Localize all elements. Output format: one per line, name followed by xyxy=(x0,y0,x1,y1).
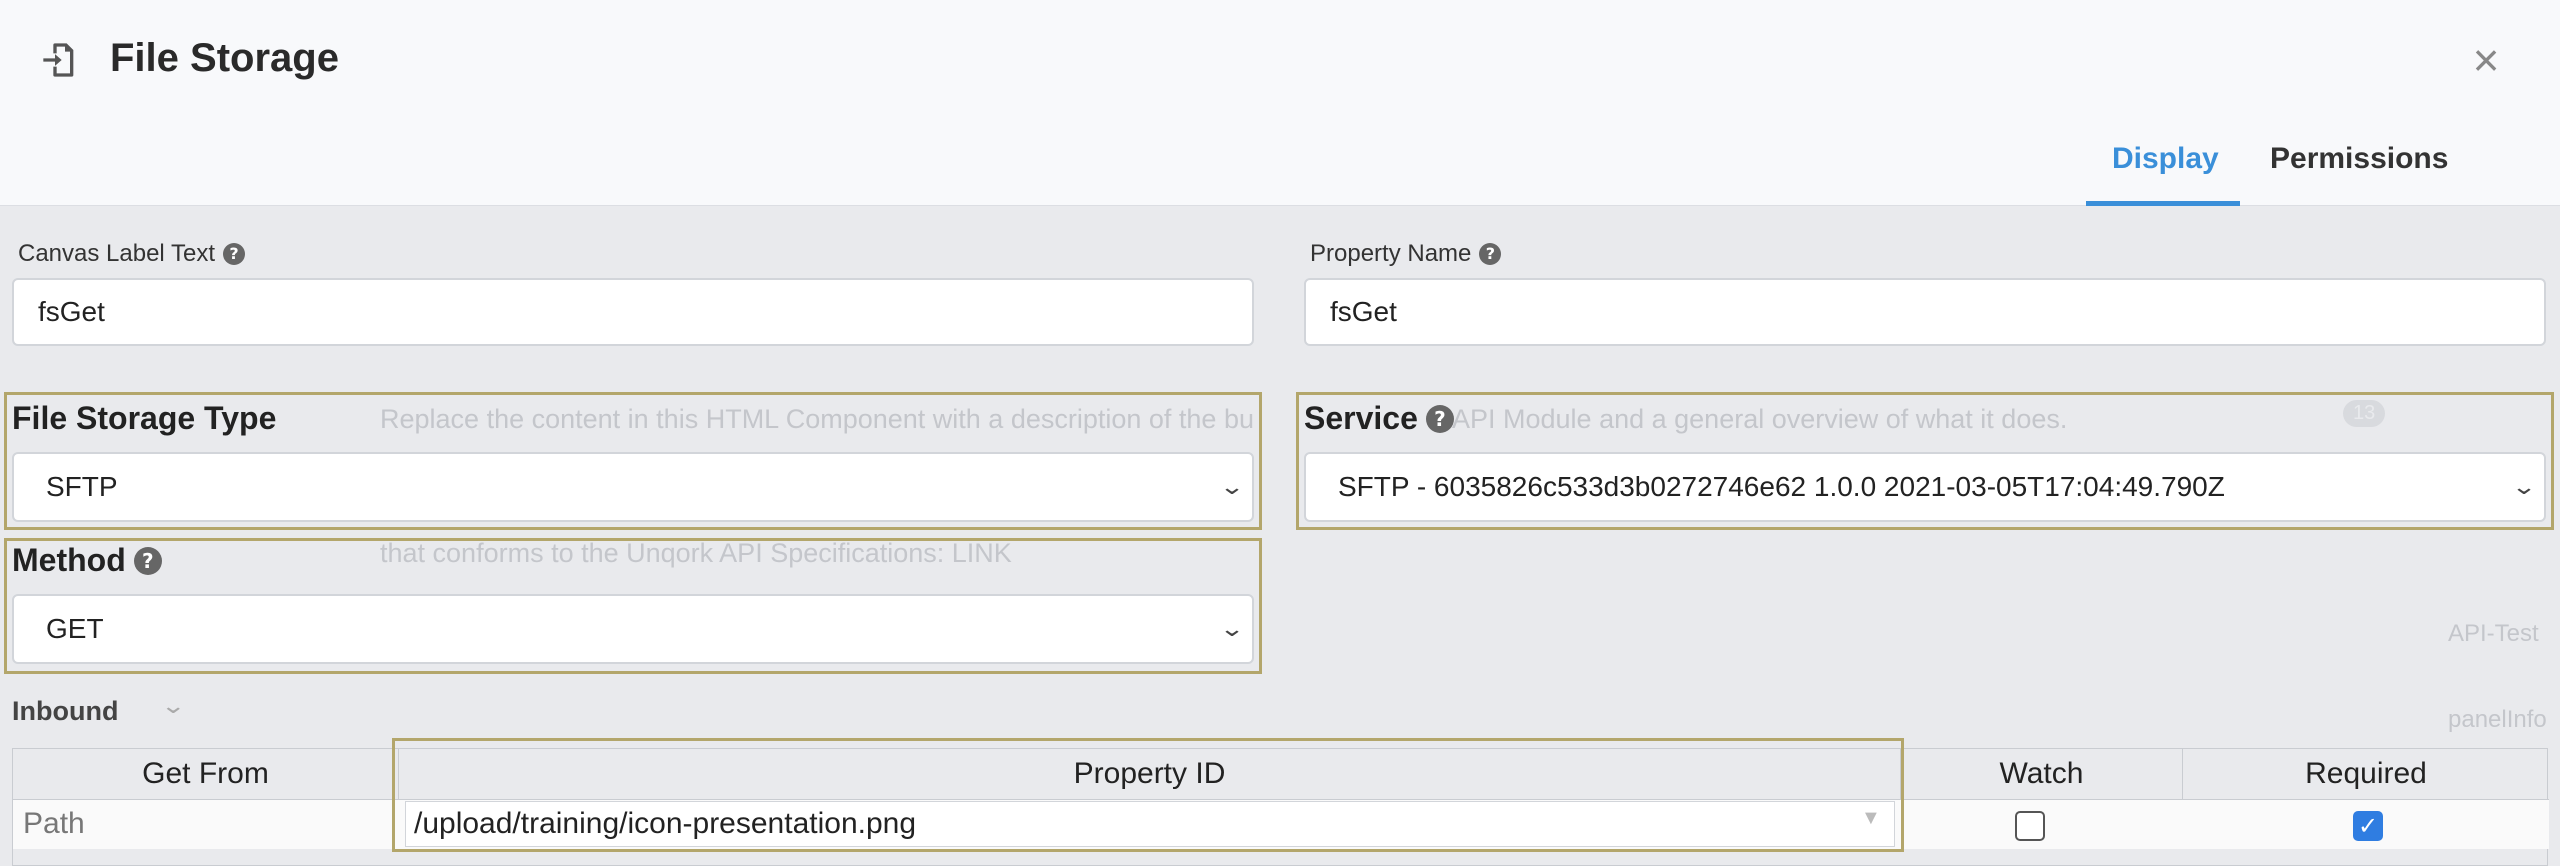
watch-checkbox[interactable] xyxy=(2015,811,2045,841)
help-icon[interactable]: ? xyxy=(133,546,162,575)
service-value: SFTP - 6035826c533d3b0272746e62 1.0.0 20… xyxy=(1338,471,2225,502)
close-icon[interactable]: × xyxy=(2466,37,2506,83)
column-header-watch: Watch xyxy=(1901,749,2183,799)
column-header-get-from: Get From xyxy=(13,749,399,799)
chevron-down-icon: ⌄ xyxy=(1219,616,1245,642)
column-header-required: Required xyxy=(2305,757,2427,790)
help-icon[interactable]: ? xyxy=(1425,404,1454,433)
service-label-text: Service xyxy=(1304,400,1418,436)
canvas-label-text-label-text: Canvas Label Text xyxy=(18,240,216,267)
property-name-label: Property Name ? xyxy=(1310,240,1502,268)
chevron-down-icon: ⌄ xyxy=(2511,474,2537,500)
file-storage-type-select[interactable]: SFTP ⌄ xyxy=(12,452,1254,522)
required-checkbox[interactable]: ✓ xyxy=(2353,811,2383,841)
get-from-cell: Path xyxy=(23,807,85,840)
service-label: Service ? xyxy=(1304,400,1454,437)
file-storage-type-label: File Storage Type xyxy=(12,400,277,436)
method-select[interactable]: GET ⌄ xyxy=(12,594,1254,664)
method-label: Method ? xyxy=(12,542,162,579)
background-sidebar-item-panelinfo: panelInfo xyxy=(2448,706,2547,733)
help-icon[interactable]: ? xyxy=(1479,243,1502,265)
method-label-text: Method xyxy=(12,542,126,578)
chevron-down-icon[interactable]: ⌄ xyxy=(160,694,186,719)
file-storage-type-value: SFTP xyxy=(46,471,118,502)
tab-display[interactable]: Display xyxy=(2112,142,2219,176)
inbound-section-label: Inbound xyxy=(12,696,119,726)
method-value: GET xyxy=(46,613,104,644)
tab-permissions[interactable]: Permissions xyxy=(2270,142,2448,176)
help-icon[interactable]: ? xyxy=(223,243,246,265)
file-import-icon xyxy=(43,43,74,77)
active-tab-indicator xyxy=(2086,201,2240,206)
background-sidebar-item-api-test: API-Test xyxy=(2448,620,2539,647)
canvas-label-text-value: fsGet xyxy=(38,296,105,327)
highlight-property-id xyxy=(392,738,1904,852)
chevron-down-icon: ⌄ xyxy=(1219,474,1245,500)
property-name-value: fsGet xyxy=(1330,296,1397,327)
modal-title: File Storage xyxy=(110,36,339,80)
canvas-label-text-input[interactable]: fsGet xyxy=(12,278,1254,346)
property-name-input[interactable]: fsGet xyxy=(1304,278,2546,346)
property-name-label-text: Property Name xyxy=(1310,240,1472,267)
service-select[interactable]: SFTP - 6035826c533d3b0272746e62 1.0.0 20… xyxy=(1304,452,2546,522)
modal-header: File Storage × Display Permissions xyxy=(0,0,2560,206)
canvas-label-text-label: Canvas Label Text ? xyxy=(18,240,246,268)
